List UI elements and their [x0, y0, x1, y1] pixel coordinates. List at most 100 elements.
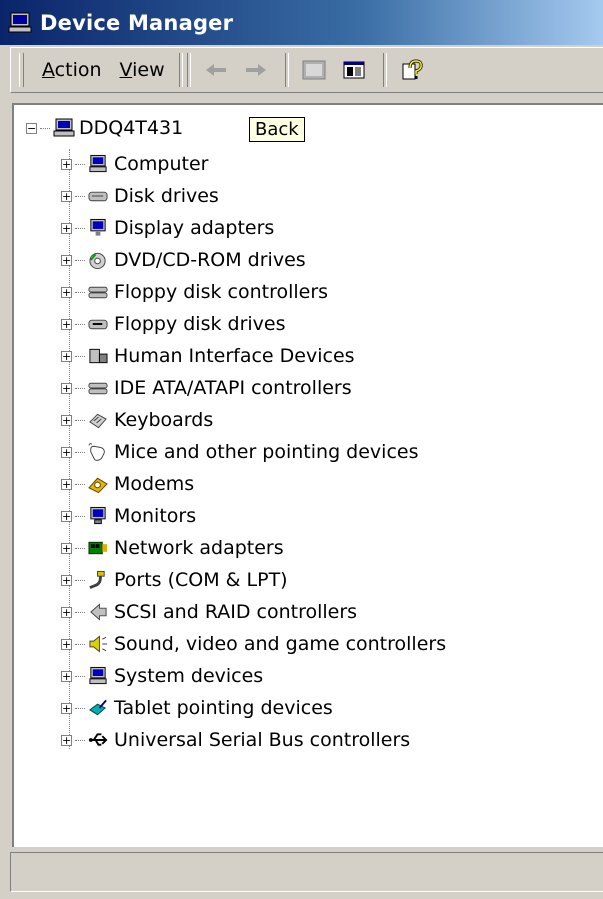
tree-item[interactable]: + Modems	[61, 469, 194, 499]
menu-action-mnemonic: A	[42, 59, 55, 81]
computer-icon	[88, 154, 108, 174]
tree-item-label: Tablet pointing devices	[114, 697, 333, 719]
tree-item[interactable]: + Ports (COM & LPT)	[61, 565, 288, 595]
expand-icon[interactable]: +	[61, 254, 72, 266]
expand-icon[interactable]: +	[61, 222, 72, 234]
menu-view-mnemonic: V	[119, 59, 133, 81]
tree-item-label: Computer	[114, 153, 209, 175]
tree-item[interactable]: + DVD/CD-ROM drives	[61, 245, 306, 275]
system-devices-icon	[88, 666, 108, 686]
expand-icon[interactable]: +	[61, 382, 72, 394]
toolbar-separator	[382, 53, 387, 87]
tree-item-label: Modems	[114, 473, 195, 495]
tree-connector	[75, 323, 85, 325]
tree-item-label: Disk drives	[114, 185, 219, 207]
tree-connector	[75, 707, 85, 709]
modem-icon	[88, 474, 108, 494]
tree-item[interactable]: + SCSI and RAID controllers	[61, 597, 357, 627]
tree-item-label: Mice and other pointing devices	[114, 441, 419, 463]
tree-item[interactable]: + Human Interface Devices	[61, 341, 355, 371]
expand-icon[interactable]: +	[61, 638, 72, 650]
expand-icon[interactable]: +	[61, 510, 72, 522]
tree-item-label: System devices	[114, 665, 264, 687]
usb-icon	[88, 730, 108, 750]
menu-view[interactable]: View	[120, 59, 165, 81]
expand-icon[interactable]: +	[61, 670, 72, 682]
tree-item-label: Monitors	[114, 505, 197, 527]
expand-icon[interactable]: +	[61, 446, 72, 458]
tree-item[interactable]: + Sound, video and game controllers	[61, 629, 446, 659]
monitor-icon	[88, 506, 108, 526]
tree-item[interactable]: + Tablet pointing devices	[61, 693, 333, 723]
expand-icon[interactable]: +	[61, 414, 72, 426]
title-bar[interactable]: Device Manager	[0, 0, 603, 45]
expand-icon[interactable]: +	[61, 606, 72, 618]
tree-item[interactable]: + Disk drives	[61, 181, 219, 211]
tree-item[interactable]: + System devices	[61, 661, 263, 691]
tree-item[interactable]: + Computer	[61, 149, 208, 179]
display-adapter-icon	[88, 218, 108, 238]
hid-icon	[88, 346, 108, 366]
tree-connector	[75, 547, 85, 549]
tree-connector	[75, 515, 85, 517]
tree-item[interactable]: + IDE ATA/ATAPI controllers	[61, 373, 352, 403]
tree-connector	[75, 355, 85, 357]
toolbar-separator	[284, 53, 289, 87]
tree-connector	[75, 259, 85, 261]
device-manager-icon	[8, 11, 34, 35]
tree-item-label: Floppy disk controllers	[114, 281, 329, 303]
tree-item[interactable]: + Mice and other pointing devices	[61, 437, 418, 467]
tree-connector	[75, 195, 85, 197]
expand-icon[interactable]: +	[61, 574, 72, 586]
toolbar-separator	[178, 53, 183, 87]
expand-icon[interactable]: +	[61, 318, 72, 330]
tree-connector	[75, 643, 85, 645]
tree-connector	[75, 291, 85, 293]
status-bar	[10, 852, 603, 892]
scsi-icon	[88, 602, 108, 622]
expand-icon[interactable]: +	[61, 702, 72, 714]
network-adapter-icon	[88, 538, 108, 558]
expand-icon[interactable]: +	[61, 350, 72, 362]
expand-icon[interactable]: +	[61, 734, 72, 746]
expand-icon[interactable]: +	[61, 286, 72, 298]
back-arrow-icon[interactable]	[201, 55, 231, 85]
collapse-icon[interactable]: −	[26, 122, 37, 134]
device-tree[interactable]: − DDQ4T431 Back + Computer + Disk drives + Di…	[12, 103, 603, 847]
tree-root[interactable]: − DDQ4T431	[26, 115, 183, 141]
tree-connector	[75, 675, 85, 677]
port-icon	[88, 570, 108, 590]
tree-item-label: Keyboards	[114, 409, 214, 431]
expand-icon[interactable]: +	[61, 158, 72, 170]
dvd-drive-icon	[88, 250, 108, 270]
forward-arrow-icon[interactable]	[241, 55, 271, 85]
tree-connector	[75, 227, 85, 229]
computer-root-icon	[53, 118, 75, 138]
menu-view-rest: iew	[132, 59, 165, 81]
expand-icon[interactable]: +	[61, 478, 72, 490]
tree-connector	[75, 611, 85, 613]
tree-item[interactable]: + Monitors	[61, 501, 196, 531]
expand-icon[interactable]: +	[61, 190, 72, 202]
expand-icon[interactable]: +	[61, 542, 72, 554]
window-title: Device Manager	[40, 10, 234, 35]
help-icon[interactable]	[397, 55, 427, 85]
tree-item[interactable]: + Floppy disk controllers	[61, 277, 328, 307]
tree-item[interactable]: + Keyboards	[61, 405, 213, 435]
tree-item-label: Display adapters	[114, 217, 275, 239]
properties-icon[interactable]	[299, 55, 329, 85]
tree-connector	[75, 163, 85, 165]
ide-controller-icon	[88, 378, 108, 398]
tree-item[interactable]: + Network adapters	[61, 533, 284, 563]
menu-toolbar: Action View	[10, 47, 603, 93]
tree-connector	[75, 387, 85, 389]
tree-item[interactable]: + Display adapters	[61, 213, 274, 243]
tree-connector	[75, 419, 85, 421]
tree-item[interactable]: + Universal Serial Bus controllers	[61, 725, 410, 755]
tree-item[interactable]: + Floppy disk drives	[61, 309, 286, 339]
toolbar-grip[interactable]	[19, 53, 24, 87]
menu-action[interactable]: Action	[42, 59, 102, 81]
tree-root-label: DDQ4T431	[79, 117, 184, 139]
floppy-drive-icon	[88, 314, 108, 334]
show-hide-tree-icon[interactable]	[339, 55, 369, 85]
